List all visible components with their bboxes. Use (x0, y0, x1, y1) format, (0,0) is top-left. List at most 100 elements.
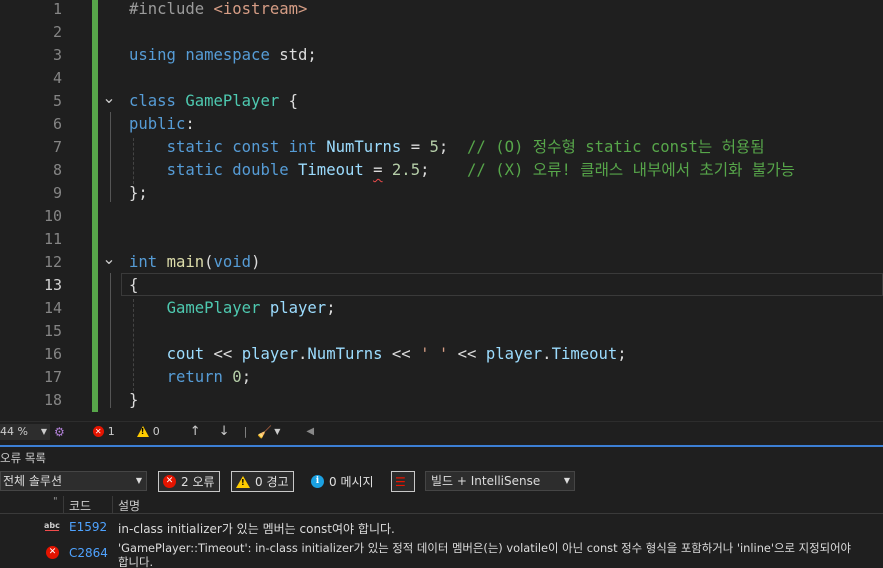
code-line[interactable]: 6 public: (0, 113, 883, 136)
line-number: 7 (52, 138, 62, 156)
code-line[interactable]: 4 (0, 67, 883, 90)
code-token: double (232, 161, 289, 179)
column-separator[interactable] (112, 496, 113, 513)
line-number: 14 (43, 299, 62, 317)
column-header-description[interactable]: 설명 (118, 497, 140, 514)
code-token: . (542, 345, 552, 363)
sort-icon[interactable]: " (53, 496, 58, 507)
code-text[interactable]: static double Timeout = 2.5; // (X) 오류! … (129, 159, 795, 182)
chevron-down-icon[interactable]: ▼ (274, 427, 280, 436)
code-text[interactable]: }; (129, 182, 148, 205)
code-token: player (269, 299, 327, 317)
code-token: ; (241, 368, 252, 386)
code-token: : (185, 115, 195, 133)
code-editor[interactable]: 1 #include <iostream> 2 3 using namespace st… (0, 0, 883, 421)
line-number: 5 (52, 92, 62, 110)
code-token: int (129, 253, 158, 271)
code-line[interactable]: 13 { (0, 274, 883, 297)
scope-dropdown[interactable]: 전체 솔루션 ▼ (0, 471, 147, 491)
error-code-link[interactable]: C2864 (69, 546, 108, 560)
zoom-value: 44 % (0, 425, 28, 438)
intellisense-abc-icon: abc (44, 521, 60, 531)
code-token: Timeout (551, 345, 618, 363)
error-list-panel: 오류 목록 전체 솔루션 ▼ ✕ 2 오류 ! 0 경고 i 0 메시지 ☰ 빌… (0, 445, 883, 568)
error-row[interactable]: ✕ C2864 'GamePlayer::Timeout': in-class … (0, 539, 883, 568)
code-text[interactable]: class GamePlayer { (129, 90, 298, 113)
code-text[interactable]: int main(void) (129, 251, 260, 274)
messages-filter-button[interactable]: i 0 메시지 (306, 471, 379, 492)
code-line[interactable]: 10 (0, 205, 883, 228)
chevron-down-icon: ▼ (563, 476, 570, 485)
error-row[interactable]: abc E1592 in-class initializer가 있는 멤버는 c… (0, 517, 883, 539)
error-list-header: " 코드 설명 (0, 495, 883, 514)
error-icon: ✕ (46, 546, 59, 559)
code-token: ; (438, 138, 468, 156)
code-text[interactable]: return 0; (129, 366, 252, 389)
previous-issue-button[interactable]: ↑ (190, 424, 201, 439)
warning-count: 0 (152, 425, 160, 438)
code-line[interactable]: 12 ⌄ int main(void) (0, 251, 883, 274)
warnings-filter-label: 0 경고 (255, 475, 289, 489)
code-token: } (129, 391, 139, 409)
fold-chevron-icon[interactable]: ⌄ (102, 251, 116, 269)
code-line[interactable]: 2 (0, 21, 883, 44)
warning-count-button[interactable]: ! 0 (136, 425, 160, 438)
line-number: 8 (52, 161, 62, 179)
code-token: // (O) 정수형 static const는 허용됨 (467, 138, 765, 156)
code-token: static (166, 161, 223, 179)
warning-icon: ! (136, 426, 149, 437)
code-text[interactable]: static const int NumTurns = 5; // (O) 정수… (129, 136, 765, 159)
indent-guide (133, 299, 134, 391)
code-text[interactable]: } (129, 389, 138, 412)
code-text[interactable]: { (129, 274, 138, 297)
code-cleanup-icon[interactable]: 🧹 (257, 425, 272, 439)
code-text[interactable]: #include <iostream> (129, 0, 307, 21)
code-token: << (204, 345, 242, 363)
error-icon: ✕ (92, 426, 104, 437)
source-dropdown[interactable]: 빌드 + IntelliSense ▼ (425, 471, 575, 491)
code-text[interactable]: public: (129, 113, 195, 136)
error-count-button[interactable]: ✕ 1 (92, 425, 115, 438)
code-text[interactable]: cout << player.NumTurns << ' ' << player… (129, 343, 627, 366)
code-text[interactable]: using namespace std; (129, 44, 317, 67)
zoom-dropdown[interactable]: 44 % ▼ (0, 423, 50, 440)
filter-toggle-button[interactable]: ☰ (391, 471, 415, 492)
warnings-filter-button[interactable]: ! 0 경고 (231, 471, 294, 492)
scope-guide (110, 112, 111, 202)
column-separator[interactable] (63, 496, 64, 513)
source-value: 빌드 + IntelliSense (431, 474, 541, 488)
errors-filter-button[interactable]: ✕ 2 오류 (158, 471, 220, 492)
code-token: ; (617, 345, 627, 363)
code-token: return (166, 368, 223, 386)
error-code-link[interactable]: E1592 (69, 520, 107, 534)
code-token: player (241, 345, 299, 363)
code-token: << (382, 345, 421, 363)
messages-filter-label: 0 메시지 (329, 475, 374, 489)
code-line[interactable]: 9}; (0, 182, 883, 205)
code-line[interactable]: 18} (0, 389, 883, 412)
code-token: << (448, 345, 486, 363)
line-number: 10 (43, 207, 62, 225)
line-number: 4 (52, 69, 62, 87)
code-line[interactable]: 3 using namespace std; (0, 44, 883, 67)
indent-guide (133, 138, 134, 184)
column-header-code[interactable]: 코드 (69, 497, 91, 514)
next-issue-button[interactable]: ↓ (219, 424, 230, 439)
panel-title: 오류 목록 (0, 451, 46, 465)
code-line[interactable]: 11 (0, 228, 883, 251)
error-description-continued: 합니다. (118, 555, 154, 568)
scroll-left-icon[interactable]: ◀ (306, 426, 314, 437)
fold-chevron-icon[interactable]: ⌄ (102, 90, 116, 108)
intellicode-icon[interactable]: ⚙ (54, 425, 65, 439)
code-text[interactable]: GamePlayer player; (129, 297, 336, 320)
code-token: void (213, 253, 252, 271)
code-line[interactable]: 5 ⌄ class GamePlayer { (0, 90, 883, 113)
error-description: 'GamePlayer::Timeout': in-class initiali… (118, 541, 852, 555)
code-line[interactable]: 1 #include <iostream> (0, 0, 883, 21)
